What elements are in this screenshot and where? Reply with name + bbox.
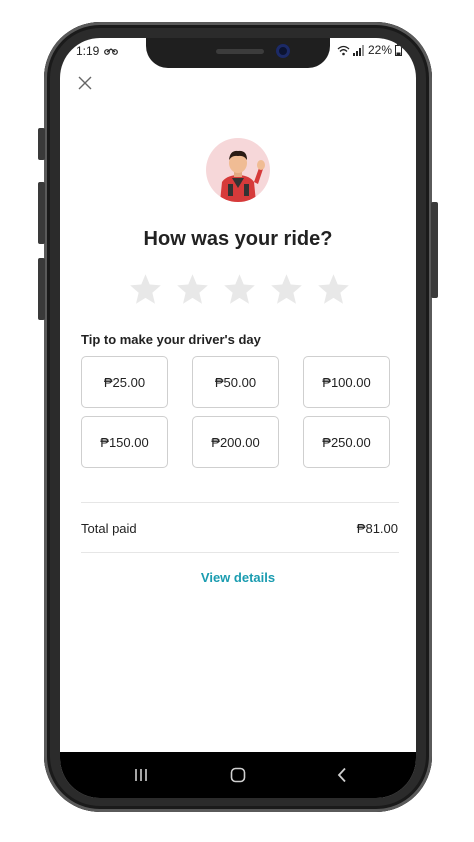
driver-avatar	[206, 138, 270, 202]
phone-power-button	[431, 202, 438, 298]
star-icon[interactable]	[316, 272, 351, 307]
tip-option-button[interactable]: ₱200.00	[192, 416, 279, 468]
divider	[81, 502, 399, 503]
signal-icon	[352, 44, 364, 56]
phone-side-button	[38, 128, 45, 160]
battery-icon	[395, 44, 402, 56]
phone-side-button	[38, 258, 45, 320]
view-details-link[interactable]: View details	[60, 570, 416, 585]
wifi-icon	[337, 45, 350, 55]
tip-options: ₱25.00 ₱50.00 ₱100.00 ₱150.00 ₱200.00 ₱2…	[81, 356, 391, 468]
star-rating	[128, 272, 351, 307]
battery-percent: 22%	[367, 43, 392, 57]
tip-option-button[interactable]: ₱150.00	[81, 416, 168, 468]
recents-icon[interactable]	[131, 765, 151, 785]
total-paid-label: Total paid	[81, 521, 137, 536]
speaker-grille	[216, 49, 264, 54]
tip-option-button[interactable]: ₱50.00	[192, 356, 279, 408]
app-screen: 1:19 22% How was your ride? Tip to make …	[60, 38, 416, 798]
star-icon[interactable]	[222, 272, 257, 307]
close-icon[interactable]	[76, 74, 94, 92]
tip-section-title: Tip to make your driver's day	[81, 332, 261, 347]
tip-option-button[interactable]: ₱25.00	[81, 356, 168, 408]
tip-option-button[interactable]: ₱250.00	[303, 416, 390, 468]
star-icon[interactable]	[175, 272, 210, 307]
rating-heading: How was your ride?	[143, 228, 333, 250]
notch	[146, 38, 330, 68]
motorbike-icon	[104, 48, 118, 55]
star-icon[interactable]	[128, 272, 163, 307]
system-nav-bar	[60, 752, 416, 798]
driver-illustration	[220, 150, 265, 202]
back-icon[interactable]	[332, 765, 352, 785]
total-paid-value: ₱81.00	[356, 521, 398, 536]
front-camera	[276, 44, 290, 58]
tip-option-button[interactable]: ₱100.00	[303, 356, 390, 408]
status-time: 1:19	[76, 44, 100, 58]
status-icons: 22%	[337, 43, 402, 57]
divider	[81, 552, 399, 553]
star-icon[interactable]	[269, 272, 304, 307]
home-icon[interactable]	[228, 765, 248, 785]
phone-side-button	[38, 182, 45, 244]
